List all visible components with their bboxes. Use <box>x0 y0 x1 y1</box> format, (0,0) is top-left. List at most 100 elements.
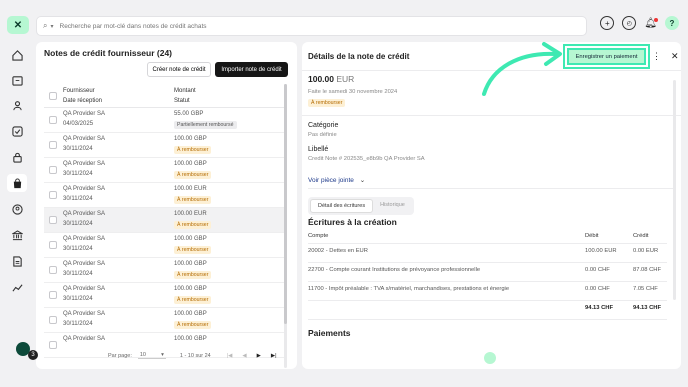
credit-notes-table: Fournisseur Date réception Montant Statu… <box>44 84 287 358</box>
list-scrollbar[interactable] <box>284 84 287 368</box>
table-row[interactable]: QA Provider SA 30/11/2024 100.00 GBP À remb… <box>44 158 287 183</box>
chat-widget[interactable]: 3 <box>10 340 40 366</box>
checkbox-icon[interactable] <box>10 124 24 138</box>
table-row[interactable]: QA Provider SA 30/11/2024 100.00 GBP À remb… <box>44 258 287 283</box>
home-icon[interactable] <box>10 48 24 62</box>
row-checkbox[interactable] <box>49 316 57 324</box>
row-checkbox[interactable] <box>49 166 57 174</box>
search-input[interactable] <box>59 22 460 30</box>
row-checkbox[interactable] <box>49 141 57 149</box>
tab-entries-detail[interactable]: Détail des écritures <box>310 199 374 213</box>
row-checkbox[interactable] <box>49 341 57 349</box>
row-date: 30/11/2024 <box>63 321 93 327</box>
row-supplier: QA Provider SA <box>63 136 106 142</box>
status-badge: À rembourser <box>174 271 212 279</box>
header-supplier[interactable]: Fournisseur <box>63 86 102 96</box>
row-amount: 100.00 EUR <box>174 186 207 192</box>
row-checkbox[interactable] <box>49 266 57 274</box>
bell-icon[interactable]: 🔔︎ <box>644 17 658 29</box>
row-date: 30/11/2024 <box>63 146 93 152</box>
status-badge: À rembourser <box>174 171 212 179</box>
category-value: Pas définie <box>308 132 337 138</box>
page-range: 1 - 10 sur 24 <box>179 352 211 359</box>
row-checkbox[interactable] <box>49 191 57 199</box>
row-amount: 100.00 GBP <box>174 236 207 242</box>
detail-tabs: Détail des écritures Historique <box>308 197 414 215</box>
entry-row: 11700 - Impôt préalable : TVA s/matériel… <box>308 282 667 301</box>
clock-icon[interactable]: ◴ <box>622 16 637 30</box>
row-supplier: QA Provider SA <box>63 186 106 192</box>
row-supplier: QA Provider SA <box>63 336 106 342</box>
table-row[interactable]: QA Provider SA 30/11/2024 100.00 GBP À remb… <box>44 283 287 308</box>
table-row[interactable]: QA Provider SA 30/11/2024 100.00 GBP À remb… <box>44 233 287 258</box>
tab-history[interactable]: Historique <box>373 199 412 213</box>
entry-credit: 87.08 CHF <box>633 267 662 273</box>
view-attachment-link[interactable]: Voir pièce jointe ⌄ <box>308 176 365 184</box>
bag-icon[interactable] <box>7 174 27 192</box>
last-page-icon[interactable]: ▶| <box>271 353 277 359</box>
table-row[interactable]: QA Provider SA 04/03/2025 55.00 GBP Partiel… <box>44 108 287 133</box>
user-circle-icon[interactable] <box>10 202 24 216</box>
entry-account: 20002 - Dettes en EUR <box>308 248 368 254</box>
header-date[interactable]: Date réception <box>63 96 102 106</box>
row-supplier: QA Provider SA <box>63 161 106 167</box>
row-date: 30/11/2024 <box>63 221 93 227</box>
per-page-label: Par page: <box>108 352 132 359</box>
header-account: Compte <box>308 233 329 239</box>
status-badge: À rembourser <box>174 146 212 154</box>
add-icon[interactable]: + <box>600 16 615 30</box>
person-icon[interactable] <box>10 98 24 112</box>
search-icon: ⌕ <box>43 21 48 30</box>
currency: EUR <box>336 74 355 84</box>
select-all-checkbox[interactable] <box>49 92 57 100</box>
status-badge: À rembourser <box>308 99 346 107</box>
detail-scrollbar[interactable] <box>673 80 676 300</box>
header-amount[interactable]: Montant <box>174 86 196 96</box>
table-row[interactable]: QA Provider SA 30/11/2024 100.00 EUR À remb… <box>44 183 287 208</box>
app-logo[interactable]: ✕ <box>7 16 29 34</box>
entry-credit: 0.00 EUR <box>633 248 659 254</box>
table-row[interactable]: QA Provider SA 30/11/2024 100.00 GBP À remb… <box>44 133 287 158</box>
row-amount: 100.00 GBP <box>174 161 207 167</box>
top-bar: ⌕ ▾ + ◴ 🔔︎ ? <box>36 14 679 38</box>
more-options-icon[interactable]: ⋮ <box>652 51 661 62</box>
next-page-icon[interactable]: ▶ <box>257 353 261 359</box>
row-amount: 100.00 GBP <box>174 261 207 267</box>
row-status: À rembourser <box>174 246 212 254</box>
close-icon[interactable]: ✕ <box>671 51 679 62</box>
table-row[interactable]: QA Provider SA 30/11/2024 100.00 EUR À remb… <box>44 208 287 233</box>
status-badge: À rembourser <box>174 196 212 204</box>
first-page-icon[interactable]: |◀ <box>227 353 233 359</box>
top-icons: + ◴ 🔔︎ ? <box>600 16 679 30</box>
import-credit-note-button[interactable]: Importer note de crédit <box>215 62 288 77</box>
row-checkbox[interactable] <box>49 216 57 224</box>
view-attachment-text: Voir pièce jointe <box>308 177 354 184</box>
header-status[interactable]: Statut <box>174 96 196 106</box>
record-payment-button[interactable]: Enregistrer un paiement <box>567 48 646 65</box>
row-supplier: QA Provider SA <box>63 211 106 217</box>
entries-totals: 94.13 CHF 94.13 CHF <box>308 301 667 320</box>
create-credit-note-button[interactable]: Créer note de crédit <box>147 62 211 77</box>
row-status: Partiellement remboursé <box>174 121 237 129</box>
row-checkbox[interactable] <box>49 116 57 124</box>
row-checkbox[interactable] <box>49 241 57 249</box>
row-supplier: QA Provider SA <box>63 311 106 317</box>
libelle-value: Credit Note # 202535_e8b9b QA Provider S… <box>308 156 425 162</box>
table-row[interactable]: QA Provider SA 30/11/2024 100.00 GBP À remb… <box>44 308 287 333</box>
entry-row: 22700 - Compte courant Institutions de p… <box>308 263 667 282</box>
document-icon[interactable] <box>10 254 24 268</box>
prev-page-icon[interactable]: ◀ <box>242 353 246 359</box>
libelle-label: Libellé <box>308 146 329 153</box>
chart-icon[interactable] <box>10 280 24 294</box>
help-icon[interactable]: ? <box>665 16 679 30</box>
inbox-icon[interactable] <box>10 73 24 87</box>
chevron-down-icon[interactable]: ▾ <box>50 23 53 30</box>
per-page-select[interactable]: 10 ▾ <box>137 352 166 359</box>
row-supplier: QA Provider SA <box>63 261 106 267</box>
lock-icon[interactable] <box>10 150 24 164</box>
entry-row: 20002 - Dettes en EUR 100.00 EUR 0.00 EUR <box>308 244 667 263</box>
search-bar[interactable]: ⌕ ▾ <box>36 16 587 36</box>
bank-icon[interactable] <box>10 228 24 242</box>
row-checkbox[interactable] <box>49 291 57 299</box>
entries-table: Compte Débit Crédit 20002 - Dettes en EU… <box>308 232 667 320</box>
